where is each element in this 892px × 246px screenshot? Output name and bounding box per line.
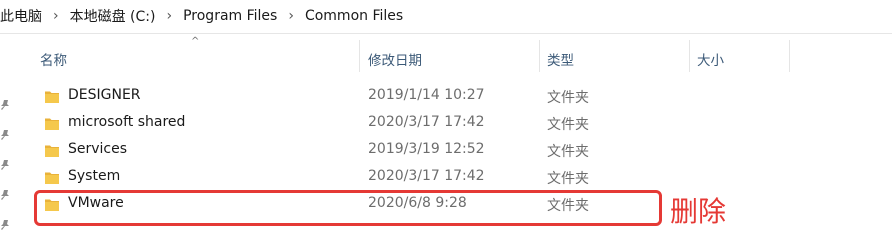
column-divider[interactable] bbox=[789, 40, 790, 72]
column-divider[interactable] bbox=[359, 40, 360, 72]
folder-icon bbox=[45, 145, 59, 157]
file-name[interactable]: Services bbox=[68, 141, 127, 157]
file-name[interactable]: DESIGNER bbox=[68, 87, 141, 103]
folder-icon bbox=[45, 118, 59, 130]
column-divider[interactable] bbox=[539, 40, 540, 72]
pin-icon[interactable] bbox=[0, 220, 10, 232]
column-header-name[interactable]: 名称 bbox=[40, 46, 67, 72]
file-row[interactable]: DESIGNER 2019/1/14 10:27 文件夹 bbox=[0, 83, 892, 110]
file-date: 2019/1/14 10:27 bbox=[368, 87, 485, 103]
file-row[interactable]: microsoft shared 2020/3/17 17:42 文件夹 bbox=[0, 110, 892, 137]
breadcrumb-item-local-disk[interactable]: 本地磁盘 (C:) bbox=[70, 6, 156, 26]
breadcrumb-divider bbox=[0, 33, 892, 34]
annotation-label: 删除 bbox=[670, 195, 727, 228]
file-date: 2019/3/19 12:52 bbox=[368, 141, 485, 157]
file-date: 2020/3/17 17:42 bbox=[368, 168, 485, 184]
chevron-right-icon[interactable]: › bbox=[53, 8, 59, 24]
chevron-right-icon[interactable]: › bbox=[166, 8, 172, 24]
file-type: 文件夹 bbox=[547, 144, 589, 160]
file-type: 文件夹 bbox=[547, 117, 589, 133]
column-header-date[interactable]: 修改日期 bbox=[368, 46, 422, 72]
file-type: 文件夹 bbox=[547, 171, 589, 187]
breadcrumb-item-common-files[interactable]: Common Files bbox=[305, 8, 403, 24]
file-row[interactable]: System 2020/3/17 17:42 文件夹 bbox=[0, 164, 892, 191]
file-date: 2020/3/17 17:42 bbox=[368, 114, 485, 130]
breadcrumb-item-program-files[interactable]: Program Files bbox=[183, 8, 277, 24]
column-header-type[interactable]: 类型 bbox=[547, 46, 574, 72]
file-name[interactable]: System bbox=[68, 168, 120, 184]
column-header-size[interactable]: 大小 bbox=[697, 46, 724, 72]
file-type: 文件夹 bbox=[547, 90, 589, 106]
folder-icon bbox=[45, 91, 59, 103]
file-row[interactable]: Services 2019/3/19 12:52 文件夹 bbox=[0, 137, 892, 164]
file-name[interactable]: microsoft shared bbox=[68, 114, 185, 130]
column-divider[interactable] bbox=[689, 40, 690, 72]
sort-ascending-icon: ^ bbox=[191, 36, 200, 47]
chevron-right-icon[interactable]: › bbox=[288, 8, 294, 24]
breadcrumb-item-this-pc[interactable]: 此电脑 bbox=[0, 6, 42, 26]
folder-icon bbox=[45, 172, 59, 184]
breadcrumb: 此电脑 › 本地磁盘 (C:) › Program Files › Common… bbox=[0, 0, 892, 32]
highlight-box bbox=[34, 190, 662, 226]
